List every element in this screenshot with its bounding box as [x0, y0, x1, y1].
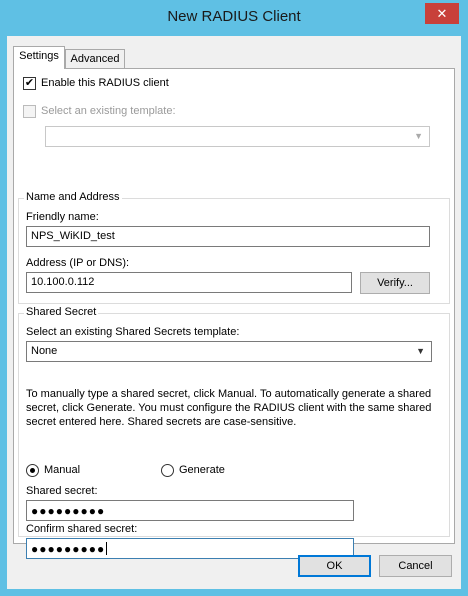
friendly-name-label: Friendly name: — [26, 211, 99, 223]
ok-button[interactable]: OK — [298, 555, 371, 577]
manual-radio-label: Manual — [44, 464, 81, 476]
close-icon: ✕ — [436, 5, 448, 21]
chevron-down-icon: ▼ — [414, 131, 423, 141]
manual-radio[interactable] — [26, 464, 39, 477]
secret-template-label: Select an existing Shared Secrets templa… — [26, 326, 240, 338]
shared-secret-label: Shared secret: — [26, 485, 98, 497]
secret-template-value: None — [31, 345, 58, 357]
title-bar[interactable]: New RADIUS Client ✕ — [0, 0, 468, 36]
close-button[interactable]: ✕ — [425, 3, 459, 24]
cancel-button[interactable]: Cancel — [379, 555, 452, 577]
dialog-client-area: Settings Advanced ✔ Enable this RADIUS c… — [7, 36, 461, 589]
confirm-secret-value: ●●●●●●●●● — [31, 542, 106, 556]
enable-client-label: Enable this RADIUS client — [41, 77, 169, 89]
address-label: Address (IP or DNS): — [26, 257, 130, 269]
chevron-down-icon: ▼ — [416, 346, 425, 356]
friendly-name-input[interactable]: NPS_WiKID_test — [26, 226, 430, 247]
generate-radio[interactable] — [161, 464, 174, 477]
verify-button[interactable]: Verify... — [360, 272, 430, 294]
secret-template-dropdown[interactable]: None ▼ — [26, 341, 432, 362]
shared-secret-input[interactable]: ●●●●●●●●● — [26, 500, 354, 521]
confirm-secret-label: Confirm shared secret: — [26, 523, 138, 535]
name-address-legend: Name and Address — [24, 191, 122, 203]
dialog-window: New RADIUS Client ✕ Settings Advanced ✔ … — [0, 0, 468, 596]
existing-template-label: Select an existing template: — [41, 105, 176, 117]
tab-advanced[interactable]: Advanced — [65, 49, 125, 70]
existing-template-dropdown[interactable]: ▼ — [45, 126, 430, 147]
shared-secret-description: To manually type a shared secret, click … — [26, 388, 432, 428]
settings-tab-panel: ✔ Enable this RADIUS client Select an ex… — [13, 68, 455, 559]
shared-secret-legend: Shared Secret — [24, 306, 99, 318]
checkmark-icon: ✔ — [24, 77, 35, 89]
window-title: New RADIUS Client — [167, 8, 301, 25]
generate-radio-label: Generate — [179, 464, 225, 476]
enable-client-checkbox[interactable]: ✔ — [23, 77, 36, 90]
tab-settings[interactable]: Settings — [13, 46, 65, 69]
address-input[interactable]: 10.100.0.112 — [26, 272, 352, 293]
existing-template-checkbox[interactable] — [23, 105, 36, 118]
text-cursor — [106, 542, 108, 555]
